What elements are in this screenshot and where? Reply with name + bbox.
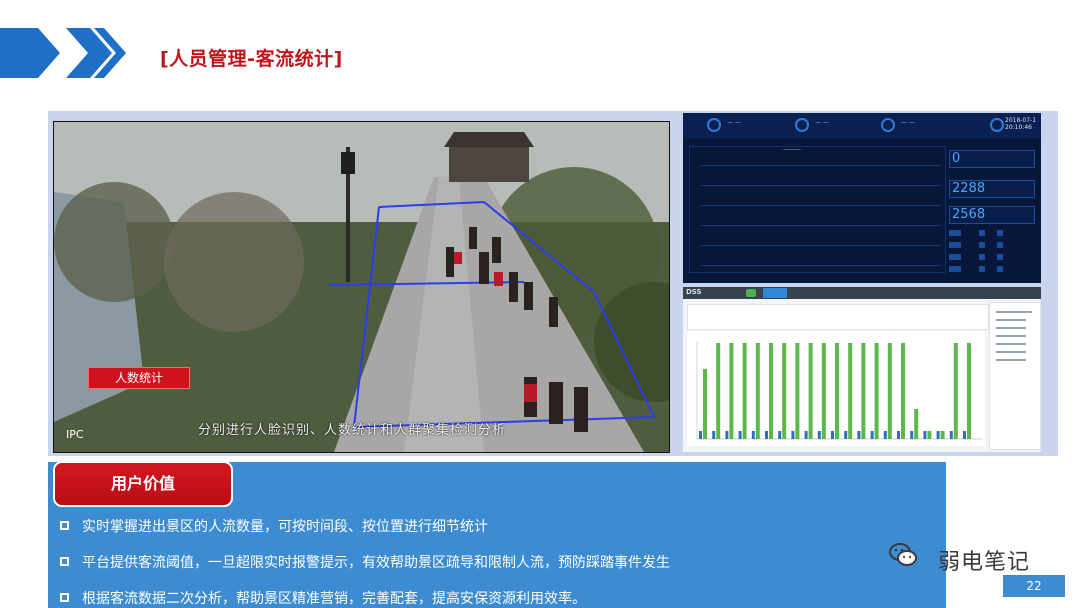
dss-bar	[844, 431, 848, 439]
dss-bar	[778, 431, 782, 439]
dss-bar	[874, 343, 879, 439]
dss-bar	[967, 343, 971, 439]
dashboard-date: 2018-07-1 20:10:46	[1005, 117, 1037, 131]
dss-bar	[699, 431, 702, 439]
dss-bar	[901, 343, 905, 439]
dss-bar	[729, 343, 734, 439]
dss-bar	[804, 431, 808, 439]
pause-icon	[881, 118, 895, 132]
dss-bar	[795, 343, 800, 439]
dss-bar	[751, 431, 755, 439]
bullet-square-icon	[60, 593, 69, 602]
bullet-text: 平台提供客流阈值，一旦超限实时报警提示，有效帮助景区疏导和限制人流，预防踩踏事件…	[82, 555, 670, 571]
dss-bar	[782, 343, 787, 439]
app-icon	[746, 289, 756, 297]
dss-bar	[857, 431, 861, 439]
dss-bar	[963, 431, 966, 439]
dss-bar	[765, 431, 768, 439]
dss-bar	[716, 343, 721, 439]
header-chevron-icon	[0, 28, 126, 78]
dss-app-screenshot: DSS	[683, 287, 1041, 452]
dss-bar	[817, 431, 821, 439]
wechat-icon	[889, 543, 917, 566]
circle-icon	[795, 118, 809, 132]
dss-bar	[703, 369, 707, 439]
dss-bar	[712, 431, 716, 439]
dss-bar	[835, 343, 839, 439]
clock-icon	[990, 118, 1004, 132]
camera-caption: 分别进行人脸识别、人数统计和人群聚集检测分析	[198, 423, 507, 438]
dss-bar	[791, 431, 795, 439]
dss-bar	[738, 431, 742, 439]
circle-icon	[707, 118, 721, 132]
dss-bar	[870, 431, 874, 439]
bullet-text: 根据客流数据二次分析，帮助景区精准营销，完善配套，提高安保资源利用效率。	[82, 591, 586, 607]
dss-bar	[848, 343, 853, 439]
dss-bar	[725, 431, 729, 439]
bullet-square-icon	[60, 521, 69, 530]
dss-bar	[821, 343, 826, 439]
dss-bar	[755, 343, 760, 439]
bullet-square-icon	[60, 557, 69, 566]
page-title: [人员管理-客流统计]	[160, 48, 343, 70]
camera-view	[53, 121, 670, 453]
dss-bar	[887, 343, 892, 439]
app-tab	[763, 288, 787, 298]
kpi-value: 2288	[952, 181, 986, 196]
dss-bar	[883, 431, 887, 439]
dss-bar	[861, 343, 866, 439]
dss-bar	[831, 431, 834, 439]
user-value-badge: 用户价值	[53, 461, 233, 507]
people-count-label: 人数统计	[88, 367, 190, 389]
watermark-text: 弱电笔记	[938, 550, 1031, 575]
dss-logo: DSS	[686, 288, 702, 296]
dss-bar	[808, 343, 813, 439]
dss-bar	[949, 431, 953, 439]
page-number: 22	[1003, 575, 1065, 597]
dss-bar	[910, 431, 914, 439]
kpi-value: 2568	[952, 207, 986, 222]
dss-bar	[742, 343, 747, 439]
camera-source-label: IPC	[66, 428, 84, 441]
dss-bar-chart	[696, 341, 983, 440]
dss-bar	[953, 343, 958, 439]
dss-bar	[923, 431, 927, 439]
dss-bar	[936, 431, 940, 439]
dss-bar	[927, 431, 932, 439]
bullet-text: 实时掌握进出景区的人流数量，可按时间段、按位置进行细节统计	[82, 519, 488, 535]
dss-bar	[897, 431, 900, 439]
dashboard-screenshot: — — — — — — 2018-07-1 20:10:46 ——— 0 228…	[683, 113, 1041, 283]
dss-bar	[914, 409, 919, 439]
dss-bar	[769, 343, 773, 439]
kpi-value: 0	[952, 151, 961, 166]
dss-bar	[940, 431, 945, 439]
